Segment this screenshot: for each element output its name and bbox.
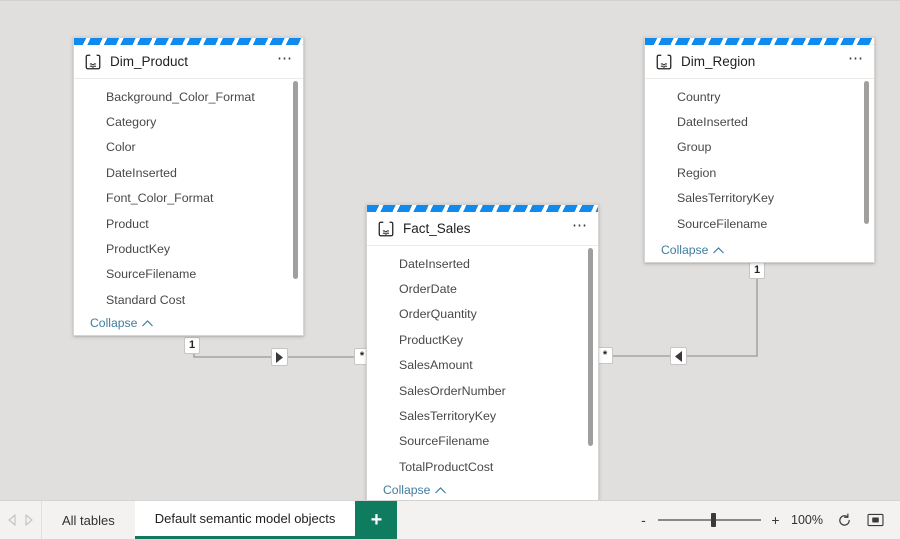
ellipsis-icon[interactable]: ⋯	[846, 52, 866, 72]
model-canvas[interactable]: 1 * 1 * Dim_Product	[0, 0, 900, 500]
field-row[interactable]: SourceFilename	[74, 262, 303, 287]
field-row[interactable]: Font_Color_Format	[74, 186, 303, 211]
table-title: Dim_Region	[681, 54, 846, 69]
collapse-label: Collapse	[661, 243, 708, 257]
tab-label: All tables	[62, 513, 115, 528]
collapse-label: Collapse	[90, 316, 137, 330]
table-card-footer: Collapse	[645, 238, 874, 262]
chevron-left-icon[interactable]	[7, 514, 17, 526]
table-title: Fact_Sales	[403, 221, 570, 236]
field-row[interactable]: Background_Color_Format	[74, 84, 303, 109]
field-row[interactable]: DateInserted	[367, 251, 598, 276]
field-row[interactable]: Color	[74, 135, 303, 160]
chevron-up-icon	[435, 487, 446, 494]
table-card-header[interactable]: Fact_Sales ⋯	[367, 212, 598, 246]
add-layout-button[interactable]: +	[355, 501, 397, 539]
table-icon	[655, 53, 673, 71]
field-row[interactable]: DateInserted	[645, 109, 874, 134]
zoom-in-button[interactable]: +	[770, 513, 781, 527]
zoom-out-button[interactable]: -	[638, 513, 649, 527]
field-list-dim-product[interactable]: Background_Color_Format Category Color D…	[74, 79, 303, 311]
tab-all-tables[interactable]: All tables	[42, 501, 135, 539]
field-row[interactable]: ProductKey	[367, 327, 598, 352]
table-icon	[377, 220, 395, 238]
zoom-level-label: 100%	[790, 513, 824, 527]
filter-direction-arrow-right[interactable]	[271, 348, 288, 366]
zoom-slider-handle[interactable]	[711, 513, 716, 527]
field-row[interactable]: OrderDate	[367, 276, 598, 301]
cardinality-badge-one-product[interactable]: 1	[184, 337, 200, 354]
chevron-up-icon	[713, 247, 724, 254]
tab-default-semantic-model-objects[interactable]: Default semantic model objects	[135, 501, 356, 539]
field-row[interactable]: SourceFilename	[367, 429, 598, 454]
field-row[interactable]: Category	[74, 109, 303, 134]
zoom-controls: - + 100%	[638, 501, 900, 539]
table-card-header[interactable]: Dim_Product ⋯	[74, 45, 303, 79]
chevron-up-icon	[142, 320, 153, 327]
ellipsis-icon[interactable]: ⋯	[275, 52, 295, 72]
table-card-stripe	[74, 38, 303, 45]
fit-to-page-button[interactable]	[864, 509, 886, 531]
ellipsis-icon[interactable]: ⋯	[570, 219, 590, 239]
add-tab-label: +	[371, 510, 383, 530]
toolbar-spacer	[397, 501, 638, 539]
field-row[interactable]: SalesTerritoryKey	[367, 403, 598, 428]
table-card-footer: Collapse	[74, 311, 303, 335]
table-card-stripe	[367, 205, 598, 212]
reset-zoom-icon	[837, 513, 852, 528]
cardinality-badge-one-region[interactable]: 1	[749, 262, 765, 279]
zoom-slider-rail	[658, 519, 761, 521]
fit-to-page-icon	[867, 513, 884, 527]
triangle-left-icon	[674, 351, 683, 362]
collapse-button[interactable]: Collapse	[90, 316, 153, 330]
field-list-dim-region[interactable]: Country DateInserted Group Region SalesT…	[645, 79, 874, 238]
field-row[interactable]: SourceFilename	[645, 211, 874, 236]
model-view-page: 1 * 1 * Dim_Product	[0, 0, 900, 539]
triangle-right-icon	[275, 352, 284, 363]
field-row[interactable]: OrderQuantity	[367, 302, 598, 327]
field-row[interactable]: TotalProductCost	[367, 454, 598, 478]
table-card-footer: Collapse	[367, 478, 598, 500]
field-row[interactable]: Country	[645, 84, 874, 109]
zoom-slider[interactable]	[658, 513, 761, 527]
collapse-button[interactable]: Collapse	[661, 243, 724, 257]
cardinality-badge-many-sales-right[interactable]: *	[597, 347, 613, 364]
table-icon	[84, 53, 102, 71]
filter-direction-arrow-left[interactable]	[670, 347, 687, 365]
table-card-stripe	[645, 38, 874, 45]
field-row[interactable]: SalesAmount	[367, 353, 598, 378]
field-list-fact-sales[interactable]: DateInserted OrderDate OrderQuantity Pro…	[367, 246, 598, 478]
field-row[interactable]: Region	[645, 160, 874, 185]
field-list-scrollbar[interactable]	[293, 81, 298, 279]
tab-label: Default semantic model objects	[155, 511, 336, 526]
collapse-button[interactable]: Collapse	[383, 483, 446, 497]
table-card-fact-sales[interactable]: Fact_Sales ⋯ DateInserted OrderDate Orde…	[366, 204, 599, 500]
table-card-dim-region[interactable]: Dim_Region ⋯ Country DateInserted Group …	[644, 37, 875, 263]
field-row[interactable]: SalesOrderNumber	[367, 378, 598, 403]
chevron-right-icon[interactable]	[24, 514, 34, 526]
tab-nav-arrows	[0, 501, 42, 539]
table-title: Dim_Product	[110, 54, 275, 69]
page-tabs: All tables Default semantic model object…	[42, 501, 397, 539]
field-list-scrollbar[interactable]	[864, 81, 869, 224]
field-row[interactable]: Group	[645, 135, 874, 160]
field-list-scrollbar[interactable]	[588, 248, 593, 446]
collapse-label: Collapse	[383, 483, 430, 497]
field-row[interactable]: SalesTerritoryKey	[645, 186, 874, 211]
field-row[interactable]: ProductKey	[74, 236, 303, 261]
reset-zoom-button[interactable]	[833, 509, 855, 531]
field-row[interactable]: Product	[74, 211, 303, 236]
bottom-toolbar: All tables Default semantic model object…	[0, 500, 900, 539]
table-card-header[interactable]: Dim_Region ⋯	[645, 45, 874, 79]
field-row[interactable]: Standard Cost	[74, 287, 303, 311]
field-row[interactable]: DateInserted	[74, 160, 303, 185]
table-card-dim-product[interactable]: Dim_Product ⋯ Background_Color_Format Ca…	[73, 37, 304, 336]
